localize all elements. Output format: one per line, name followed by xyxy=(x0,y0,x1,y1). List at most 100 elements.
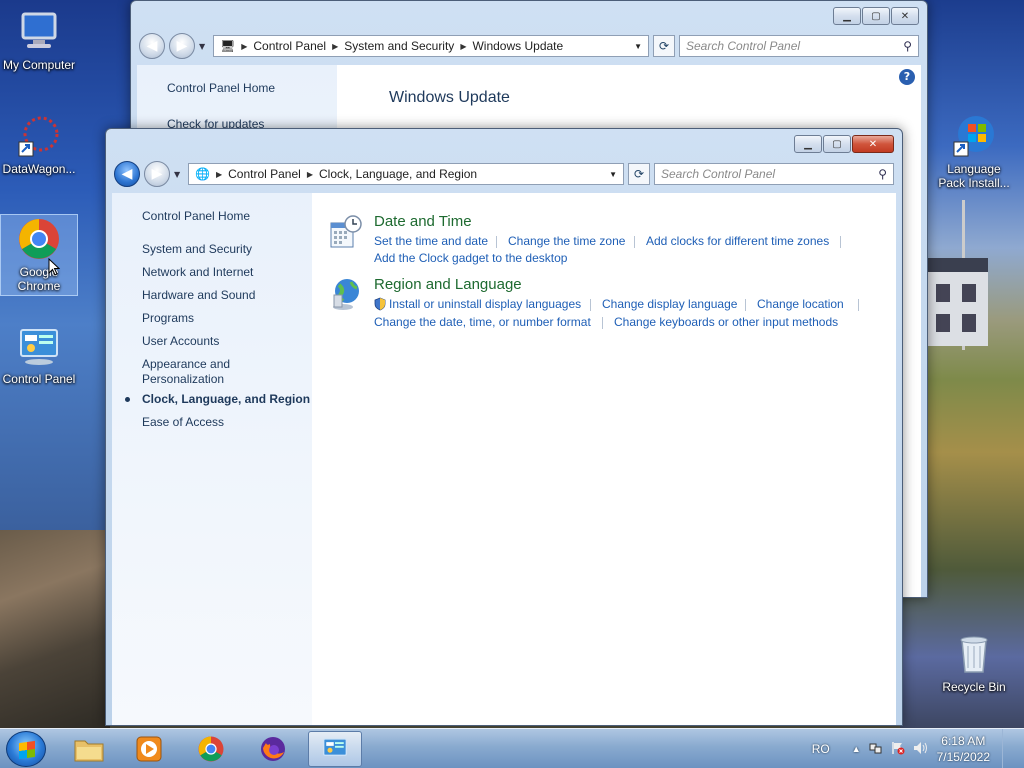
link-change-display-language[interactable]: Change display language xyxy=(602,297,737,311)
link-change-date-time-format[interactable]: Change the date, time, or number format xyxy=(374,315,591,329)
close-button[interactable]: ✕ xyxy=(852,135,894,153)
desktop-icon-label: DataWagon... xyxy=(2,162,76,176)
refresh-button[interactable]: ⟳ xyxy=(653,35,675,57)
close-button[interactable]: ✕ xyxy=(891,7,919,25)
sidebar-item-system-security[interactable]: System and Security xyxy=(142,242,252,257)
search-placeholder: Search Control Panel xyxy=(686,39,801,53)
language-indicator[interactable]: RO xyxy=(812,742,830,756)
chevron-right-icon: ▶ xyxy=(332,41,339,51)
network-icon[interactable] xyxy=(869,741,883,758)
search-icon[interactable]: ⚲ xyxy=(903,39,912,53)
datawagon-icon xyxy=(15,112,63,160)
link-set-time-date[interactable]: Set the time and date xyxy=(374,234,488,248)
category-title-region-language[interactable]: Region and Language xyxy=(374,276,522,293)
link-add-clock-gadget[interactable]: Add the Clock gadget to the desktop xyxy=(374,251,567,265)
link-change-keyboards[interactable]: Change keyboards or other input methods xyxy=(614,315,838,329)
action-center-flag-icon[interactable] xyxy=(891,741,905,758)
category-title-date-time[interactable]: Date and Time xyxy=(374,213,472,230)
control-panel-small-icon: 🖥 xyxy=(220,39,236,53)
desktop-icon-my-computer[interactable]: My Computer xyxy=(0,8,78,72)
caption-buttons: ▁ ▢ ✕ xyxy=(833,7,919,25)
breadcrumb-item[interactable]: Windows Update xyxy=(472,39,563,53)
link-install-display-languages[interactable]: Install or uninstall display languages xyxy=(389,297,581,311)
taskbar-media-player[interactable] xyxy=(122,731,176,767)
taskbar-chrome[interactable] xyxy=(184,731,238,767)
start-button[interactable] xyxy=(6,731,46,767)
link-add-clocks[interactable]: Add clocks for different time zones xyxy=(646,234,829,248)
chevron-right-icon: ▶ xyxy=(306,169,313,179)
region-language-globe-icon xyxy=(330,277,362,311)
recycle-bin-icon xyxy=(950,630,998,678)
system-tray: RO ▲ 6:18 AM 7/15/2022 xyxy=(812,729,1024,768)
folder-icon xyxy=(74,740,104,762)
chrome-icon xyxy=(198,736,224,762)
window-clock-language-region[interactable]: ▁ ▢ ✕ ◀ ▶ ▼ 🌐 ▶ Control Panel ▶ Clock, L… xyxy=(105,128,903,726)
link-separator xyxy=(840,236,841,248)
breadcrumb-item[interactable]: Control Panel xyxy=(253,39,326,53)
taskbar-explorer[interactable] xyxy=(62,731,116,767)
current-item-bullet xyxy=(125,397,130,402)
back-button[interactable]: ◀ xyxy=(114,161,140,187)
refresh-button[interactable]: ⟳ xyxy=(628,163,650,185)
uac-shield-icon xyxy=(374,297,386,311)
sidebar-item-home[interactable]: Control Panel Home xyxy=(142,209,250,224)
chevron-down-icon[interactable]: ▼ xyxy=(628,42,648,51)
control-panel-icon xyxy=(15,322,63,370)
sidebar-item-programs[interactable]: Programs xyxy=(142,311,194,326)
show-desktop-button[interactable] xyxy=(1002,729,1014,768)
desktop-icon-language-pack[interactable]: Language Pack Install... xyxy=(935,112,1013,190)
sidebar-item-appearance[interactable]: Appearance and Personalization xyxy=(142,357,252,387)
maximize-button[interactable]: ▢ xyxy=(823,135,851,153)
link-separator xyxy=(634,236,635,248)
caption-buttons: ▁ ▢ ✕ xyxy=(794,135,894,153)
search-input[interactable]: Search Control Panel ⚲ xyxy=(679,35,919,57)
minimize-button[interactable]: ▁ xyxy=(833,7,861,25)
navigation-bar: ◀ ▶ ▼ 🖥 ▶ Control Panel ▶ System and Sec… xyxy=(139,33,919,59)
sidebar-item-home[interactable]: Control Panel Home xyxy=(167,81,275,96)
desktop-icon-datawagon[interactable]: DataWagon... xyxy=(0,112,78,176)
forward-button[interactable]: ▶ xyxy=(169,33,195,59)
chevron-down-icon[interactable]: ▼ xyxy=(603,170,623,179)
sidebar-item-clock-language-region[interactable]: Clock, Language, and Region xyxy=(142,392,310,407)
clock[interactable]: 6:18 AM 7/15/2022 xyxy=(937,733,990,765)
help-icon[interactable]: ? xyxy=(899,69,915,85)
link-change-time-zone[interactable]: Change the time zone xyxy=(508,234,625,248)
address-bar[interactable]: 🖥 ▶ Control Panel ▶ System and Security … xyxy=(213,35,649,57)
sidebar-item-ease-of-access[interactable]: Ease of Access xyxy=(142,415,224,430)
address-bar[interactable]: 🌐 ▶ Control Panel ▶ Clock, Language, and… xyxy=(188,163,624,185)
breadcrumb-item[interactable]: Control Panel xyxy=(228,167,301,181)
taskbar-firefox[interactable] xyxy=(246,731,300,767)
breadcrumb-item[interactable]: Clock, Language, and Region xyxy=(319,167,477,181)
sidebar-item-hardware-sound[interactable]: Hardware and Sound xyxy=(142,288,255,303)
chevron-right-icon: ▶ xyxy=(215,169,223,179)
taskbar-control-panel[interactable] xyxy=(308,731,362,767)
recent-pages-dropdown[interactable]: ▼ xyxy=(199,42,209,51)
link-separator xyxy=(496,236,497,248)
show-hidden-icons-icon[interactable]: ▲ xyxy=(852,744,861,754)
chevron-right-icon: ▶ xyxy=(241,41,248,51)
search-input[interactable]: Search Control Panel ⚲ xyxy=(654,163,894,185)
sidebar-item-user-accounts[interactable]: User Accounts xyxy=(142,334,219,349)
media-player-icon xyxy=(136,736,162,762)
wallpaper-house xyxy=(928,258,988,346)
desktop-icon-recycle-bin[interactable]: Recycle Bin xyxy=(935,630,1013,694)
breadcrumb-item[interactable]: System and Security xyxy=(344,39,454,53)
sidebar-item-network-internet[interactable]: Network and Internet xyxy=(142,265,253,280)
computer-icon xyxy=(15,8,63,56)
globe-small-icon: 🌐 xyxy=(195,167,210,181)
link-change-location[interactable]: Change location xyxy=(757,297,844,311)
clock-date: 7/15/2022 xyxy=(936,750,990,764)
control-panel-icon xyxy=(323,738,347,756)
volume-icon[interactable] xyxy=(913,741,929,758)
search-icon[interactable]: ⚲ xyxy=(878,167,887,181)
minimize-button[interactable]: ▁ xyxy=(794,135,822,153)
link-separator xyxy=(858,299,859,311)
desktop-icon-label: My Computer xyxy=(2,58,76,72)
maximize-button[interactable]: ▢ xyxy=(862,7,890,25)
link-separator xyxy=(590,299,591,311)
back-button[interactable]: ◀ xyxy=(139,33,165,59)
recent-pages-dropdown[interactable]: ▼ xyxy=(174,170,184,179)
desktop-icon-google-chrome[interactable]: Google Chrome xyxy=(0,214,78,296)
desktop-icon-control-panel[interactable]: Control Panel xyxy=(0,322,78,386)
forward-button[interactable]: ▶ xyxy=(144,161,170,187)
